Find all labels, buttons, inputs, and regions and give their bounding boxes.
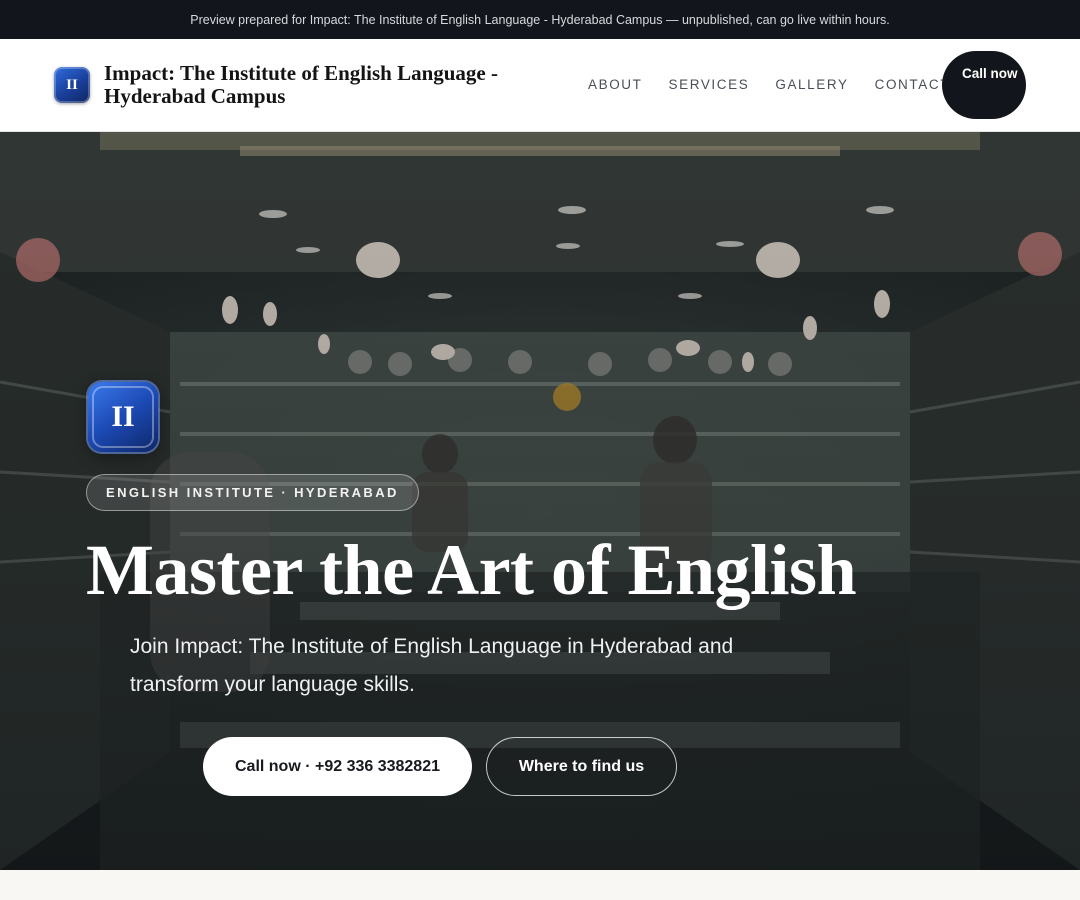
hero-logo-monogram: II [92, 386, 154, 448]
nav-contact[interactable]: CONTACT [875, 77, 950, 92]
hero-title: Master the Art of English [86, 530, 857, 610]
hero-logo-icon: II [88, 382, 158, 452]
site-header: II Impact: The Institute of English Lang… [0, 39, 1080, 132]
nav-gallery[interactable]: GALLERY [775, 77, 848, 92]
header-call-button[interactable]: Call now [942, 51, 1026, 119]
main-nav: ABOUT SERVICES GALLERY CONTACT [588, 77, 950, 92]
hero-directions-button[interactable]: Where to find us [486, 737, 677, 796]
preview-banner-text: Preview prepared for Impact: The Institu… [190, 12, 890, 27]
brand-logo-icon[interactable]: II [54, 67, 90, 103]
brand-name[interactable]: Impact: The Institute of English Languag… [104, 62, 544, 108]
preview-banner: Preview prepared for Impact: The Institu… [0, 0, 1080, 39]
nav-about[interactable]: ABOUT [588, 77, 643, 92]
hero-eyebrow-text: ENGLISH INSTITUTE · HYDERABAD [106, 485, 399, 500]
hero-section: II ENGLISH INSTITUTE · HYDERABAD Master … [0, 132, 1080, 870]
hero-call-button[interactable]: Call now · +92 336 3382821 [203, 737, 472, 796]
nav-services[interactable]: SERVICES [669, 77, 750, 92]
hero-subtitle: Join Impact: The Institute of English La… [130, 635, 734, 696]
hero-eyebrow-badge: ENGLISH INSTITUTE · HYDERABAD [86, 474, 419, 511]
